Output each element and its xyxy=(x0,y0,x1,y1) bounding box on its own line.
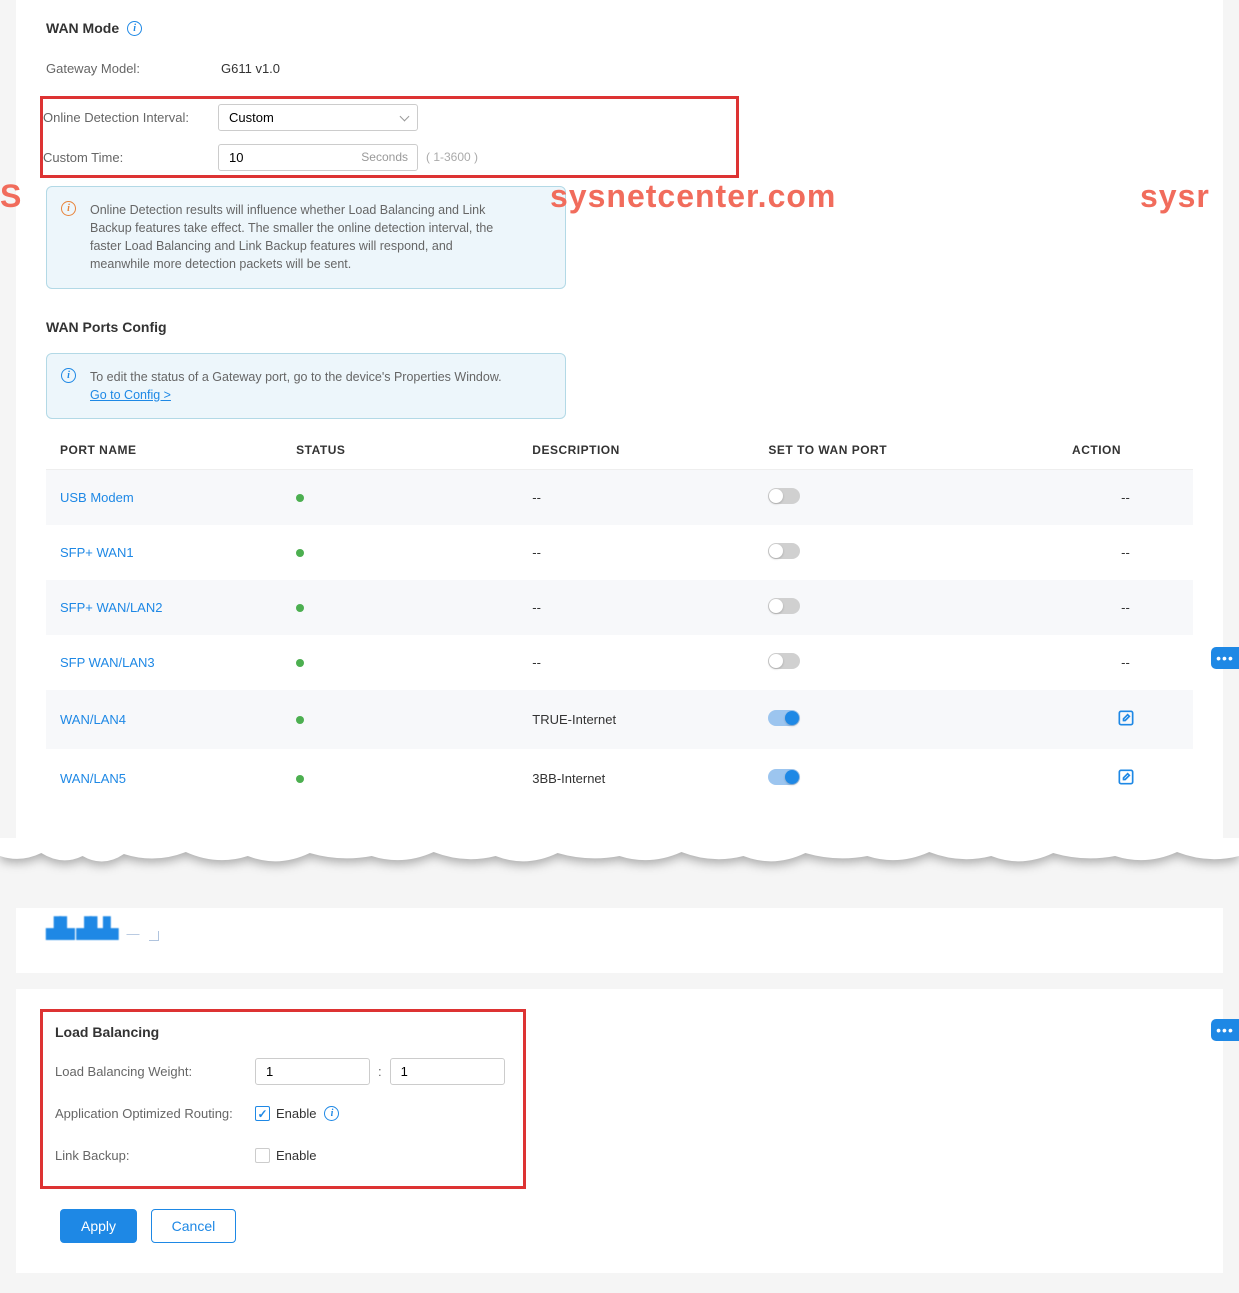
custom-time-input[interactable] xyxy=(218,144,418,171)
port-link[interactable]: SFP+ WAN/LAN2 xyxy=(60,600,162,615)
link-backup-enable-text: Enable xyxy=(276,1148,316,1163)
status-dot-icon xyxy=(296,604,304,612)
wan-ports-table: PORT NAME STATUS DESCRIPTION SET TO WAN … xyxy=(46,431,1193,808)
port-link[interactable]: USB Modem xyxy=(60,490,134,505)
custom-time-range: ( 1-3600 ) xyxy=(426,150,478,164)
status-dot-icon xyxy=(296,775,304,783)
port-description: 3BB-Internet xyxy=(532,771,605,786)
gateway-model-value: G611 v1.0 xyxy=(221,61,280,76)
status-dot-icon xyxy=(296,494,304,502)
edit-icon[interactable] xyxy=(1116,775,1136,790)
aor-checkbox[interactable] xyxy=(255,1106,270,1121)
detection-interval-label: Online Detection Interval: xyxy=(43,110,218,125)
info-icon[interactable]: i xyxy=(324,1106,339,1121)
info-icon: i xyxy=(61,201,76,216)
port-link[interactable]: WAN/LAN5 xyxy=(60,771,126,786)
wan-ports-info-text: To edit the status of a Gateway port, go… xyxy=(90,370,502,384)
th-status: STATUS xyxy=(282,431,518,470)
torn-edge xyxy=(0,838,1239,878)
wan-mode-panel: WAN Mode i Gateway Model: G611 v1.0 Onli… xyxy=(16,0,1223,838)
wan-toggle[interactable] xyxy=(768,543,800,559)
port-description: -- xyxy=(532,600,541,615)
cancel-button[interactable]: Cancel xyxy=(151,1209,237,1243)
lb-weight-1-input[interactable] xyxy=(255,1058,370,1085)
detection-select-wrap: Custom xyxy=(218,104,418,131)
table-row: SFP WAN/LAN3 -- -- xyxy=(46,635,1193,690)
weight-separator: : xyxy=(370,1064,390,1079)
wan-toggle[interactable] xyxy=(768,653,800,669)
artifact-panel: ▟▙ ▟▙▙ — xyxy=(16,908,1223,973)
gateway-model-row: Gateway Model: G611 v1.0 xyxy=(46,54,1193,82)
port-description: -- xyxy=(532,490,541,505)
highlight-box-lb: Load Balancing Load Balancing Weight: : … xyxy=(40,1009,526,1189)
chat-tab-icon[interactable]: ••• xyxy=(1211,647,1239,669)
action-placeholder: -- xyxy=(1121,600,1130,615)
port-description: TRUE-Internet xyxy=(532,712,616,727)
link-backup-label: Link Backup: xyxy=(55,1148,255,1163)
port-link[interactable]: SFP+ WAN1 xyxy=(60,545,134,560)
highlight-box: Online Detection Interval: Custom Custom… xyxy=(40,96,739,178)
lb-weight-2-input[interactable] xyxy=(390,1058,505,1085)
wan-mode-info-text: Online Detection results will influence … xyxy=(90,201,509,274)
artifact-row: ▟▙ ▟▙▙ — xyxy=(16,916,1223,953)
button-row: Apply Cancel xyxy=(60,1209,1193,1243)
wan-ports-info-box: i To edit the status of a Gateway port, … xyxy=(46,353,566,419)
chat-tab-icon[interactable]: ••• xyxy=(1211,1019,1239,1041)
edit-icon[interactable] xyxy=(1116,716,1136,731)
load-balancing-panel: Load Balancing Load Balancing Weight: : … xyxy=(16,989,1223,1273)
lb-weight-label: Load Balancing Weight: xyxy=(55,1064,255,1079)
wan-mode-info-box: i Online Detection results will influenc… xyxy=(46,186,566,289)
gateway-model-label: Gateway Model: xyxy=(46,61,221,76)
aor-enable-text: Enable xyxy=(276,1106,316,1121)
wan-toggle[interactable] xyxy=(768,710,800,726)
port-description: -- xyxy=(532,655,541,670)
wan-ports-info-content: To edit the status of a Gateway port, go… xyxy=(90,368,502,404)
artifact-corner xyxy=(149,931,159,941)
status-dot-icon xyxy=(296,716,304,724)
apply-button[interactable]: Apply xyxy=(60,1209,137,1243)
link-backup-checkbox[interactable] xyxy=(255,1148,270,1163)
go-to-config-link[interactable]: Go to Config > xyxy=(90,388,171,402)
custom-time-label: Custom Time: xyxy=(43,150,218,165)
wan-toggle[interactable] xyxy=(768,769,800,785)
table-row: SFP+ WAN/LAN2 -- -- xyxy=(46,580,1193,635)
wan-mode-title-text: WAN Mode xyxy=(46,20,119,36)
action-placeholder: -- xyxy=(1121,655,1130,670)
table-row: WAN/LAN5 3BB-Internet xyxy=(46,749,1193,808)
artifact-blob: ▟▙ ▟▙▙ xyxy=(46,916,116,941)
wan-mode-title: WAN Mode i xyxy=(46,20,1193,36)
wan-toggle[interactable] xyxy=(768,598,800,614)
info-icon[interactable]: i xyxy=(127,21,142,36)
th-port-name: PORT NAME xyxy=(46,431,282,470)
detection-interval-select[interactable]: Custom xyxy=(218,104,418,131)
th-description: DESCRIPTION xyxy=(518,431,754,470)
wan-ports-section: WAN Ports Config i To edit the status of… xyxy=(16,299,1223,818)
aor-label: Application Optimized Routing: xyxy=(55,1106,255,1121)
port-link[interactable]: WAN/LAN4 xyxy=(60,712,126,727)
load-balancing-title: Load Balancing xyxy=(55,1024,505,1040)
port-link[interactable]: SFP WAN/LAN3 xyxy=(60,655,155,670)
table-row: SFP+ WAN1 -- -- xyxy=(46,525,1193,580)
action-placeholder: -- xyxy=(1121,545,1130,560)
wan-toggle[interactable] xyxy=(768,488,800,504)
table-row: WAN/LAN4 TRUE-Internet xyxy=(46,690,1193,749)
status-dot-icon xyxy=(296,659,304,667)
wan-ports-title: WAN Ports Config xyxy=(46,319,1193,335)
artifact-dash: — xyxy=(126,926,139,941)
action-placeholder: -- xyxy=(1121,490,1130,505)
table-row: USB Modem -- -- xyxy=(46,469,1193,525)
info-icon: i xyxy=(61,368,76,383)
th-wan-port: SET TO WAN PORT xyxy=(754,431,1058,470)
th-action: ACTION xyxy=(1058,431,1193,470)
port-description: -- xyxy=(532,545,541,560)
status-dot-icon xyxy=(296,549,304,557)
